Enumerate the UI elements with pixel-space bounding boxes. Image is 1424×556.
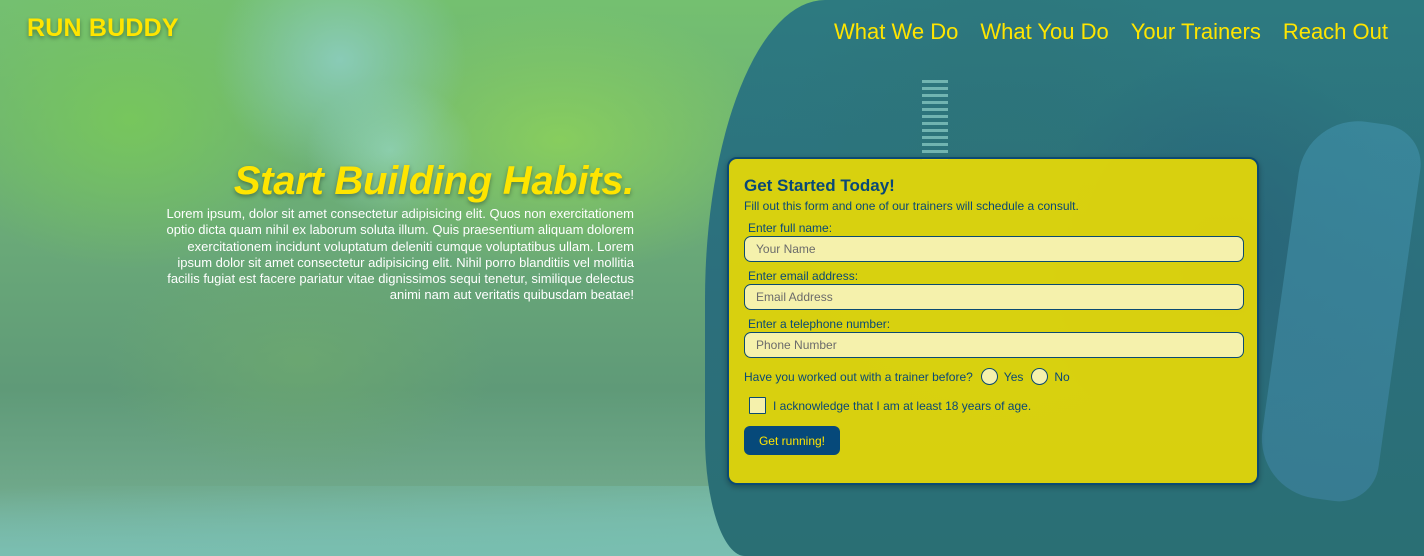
email-input[interactable]	[744, 284, 1244, 310]
radio-no[interactable]	[1031, 368, 1049, 385]
email-label: Enter email address:	[748, 269, 859, 283]
hero-intro: Start Building Habits. Lorem ipsum, dolo…	[160, 158, 634, 304]
phone-label: Enter a telephone number:	[748, 317, 891, 331]
age-ack-checkbox[interactable]	[749, 397, 766, 414]
background-jacket-stripes	[922, 80, 948, 160]
nav-your-trainers[interactable]: Your Trainers	[1131, 19, 1261, 45]
nav-reach-out[interactable]: Reach Out	[1283, 19, 1388, 45]
name-label: Enter full name:	[748, 221, 833, 235]
form-subtitle: Fill out this form and one of our traine…	[744, 199, 1079, 213]
logo[interactable]: RUN BUDDY	[27, 14, 179, 43]
hero-body: Lorem ipsum, dolor sit amet consectetur …	[166, 206, 634, 303]
radio-yes[interactable]	[980, 368, 998, 385]
hero-title: Start Building Habits.	[233, 159, 634, 203]
submit-button[interactable]: Get running!	[744, 426, 840, 455]
nav-what-you-do[interactable]: What You Do	[980, 19, 1108, 45]
trainer-question-row: Have you worked out with a trainer befor…	[744, 368, 1242, 385]
site-header: RUN BUDDY What We Do What You Do Your Tr…	[0, 0, 1424, 70]
main-nav: What We Do What You Do Your Trainers Rea…	[834, 19, 1388, 45]
nav-what-we-do[interactable]: What We Do	[834, 19, 958, 45]
form-title: Get Started Today!	[744, 176, 895, 195]
radio-yes-label[interactable]: Yes	[1004, 370, 1024, 384]
age-ack-row: I acknowledge that I am at least 18 year…	[749, 397, 1242, 414]
radio-no-label[interactable]: No	[1054, 370, 1069, 384]
age-ack-label[interactable]: I acknowledge that I am at least 18 year…	[773, 399, 1031, 413]
phone-input[interactable]	[744, 332, 1244, 358]
trainer-question-label: Have you worked out with a trainer befor…	[744, 369, 973, 384]
name-input[interactable]	[744, 236, 1244, 262]
signup-form: Get Started Today! Fill out this form an…	[727, 157, 1259, 485]
